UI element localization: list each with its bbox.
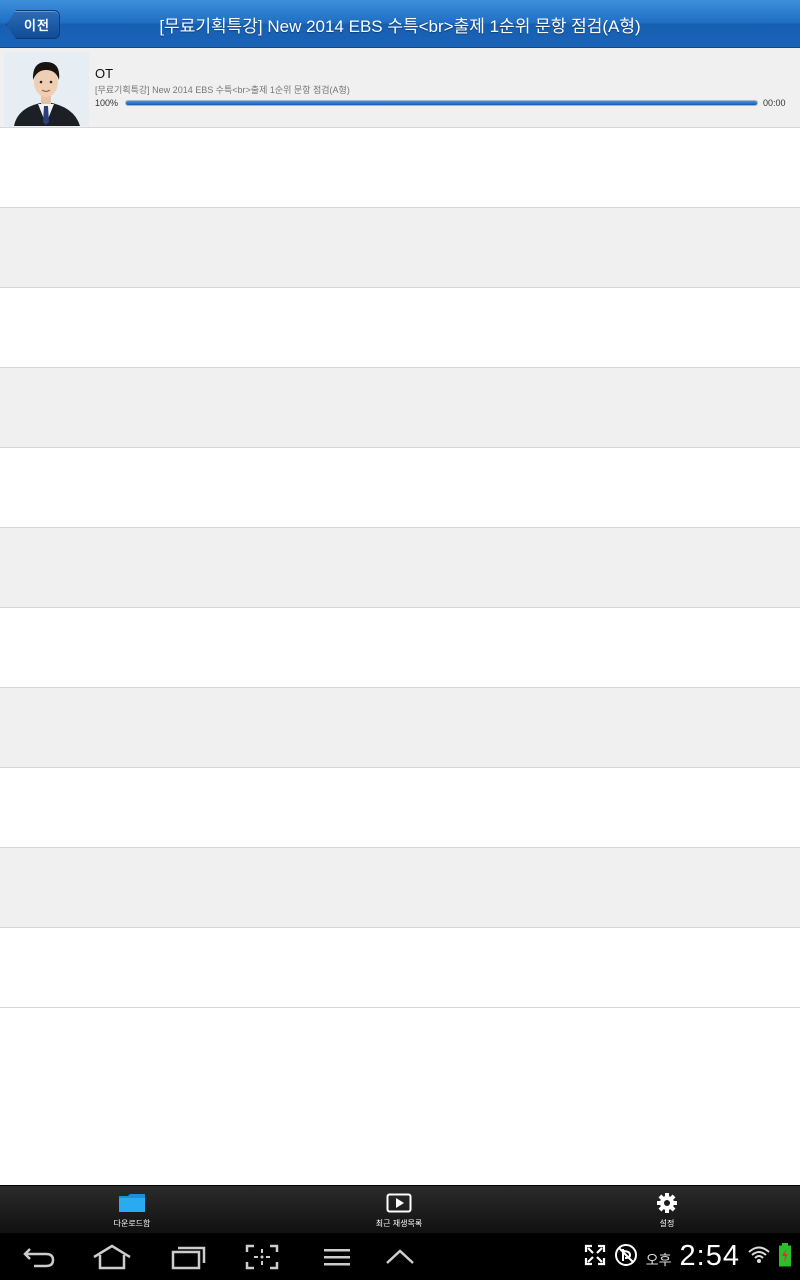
lecture-subtitle: [무료기획특강] New 2014 EBS 수특<br>출제 1순위 문항 점검… — [95, 85, 350, 95]
tab-download-label: 다운로드함 — [113, 1219, 151, 1228]
empty-list-row — [0, 608, 800, 688]
empty-list-row — [0, 848, 800, 928]
title-bar: 이전 [무료기획특강] New 2014 EBS 수특<br>출제 1순위 문항… — [0, 0, 800, 48]
lecturer-thumbnail — [4, 52, 89, 126]
page-title: [무료기획특강] New 2014 EBS 수특<br>출제 1순위 문항 점검… — [159, 16, 641, 36]
gear-icon — [656, 1192, 678, 1214]
back-nav-icon[interactable] — [20, 1241, 58, 1273]
progress-time: 00:00 — [763, 98, 786, 108]
status-area: 오후 2:54 — [584, 1233, 792, 1280]
clock-ampm: 오후 — [645, 1251, 672, 1268]
progress-bar — [125, 100, 758, 106]
tab-download[interactable]: 다운로드함 — [72, 1186, 192, 1234]
wifi-icon — [748, 1244, 770, 1270]
empty-list-row — [0, 368, 800, 448]
progress-percent: 100% — [95, 98, 119, 108]
home-nav-icon[interactable] — [90, 1241, 134, 1273]
empty-list-row — [0, 208, 800, 288]
data-saver-icon — [614, 1243, 638, 1271]
bottom-tab-bar: 다운로드함 최근 재생목록 설정 — [0, 1185, 800, 1233]
clock-time: 2:54 — [679, 1240, 740, 1272]
empty-list-row — [0, 448, 800, 528]
app-window: 이전 [무료기획특강] New 2014 EBS 수특<br>출제 1순위 문항… — [0, 0, 800, 1280]
lecture-item[interactable]: OT [무료기획특강] New 2014 EBS 수특<br>출제 1순위 문항… — [0, 48, 800, 128]
empty-list-row — [0, 768, 800, 848]
play-icon — [386, 1192, 412, 1214]
progress-fill — [126, 101, 757, 105]
folder-icon — [118, 1192, 146, 1214]
tab-settings-label: 설정 — [659, 1219, 675, 1228]
screenshot-icon[interactable] — [244, 1241, 280, 1273]
empty-list-row — [0, 928, 800, 1008]
lecture-title: OT — [95, 66, 114, 81]
system-navigation-bar: 오후 2:54 — [0, 1233, 800, 1280]
tab-settings[interactable]: 설정 — [607, 1186, 727, 1234]
menu-icon[interactable] — [322, 1241, 352, 1273]
empty-list-row — [0, 688, 800, 768]
tab-recent[interactable]: 최근 재생목록 — [339, 1186, 459, 1234]
battery-charging-icon — [778, 1242, 792, 1271]
fullscreen-icon — [584, 1244, 606, 1270]
lecture-list: OT [무료기획특강] New 2014 EBS 수특<br>출제 1순위 문항… — [0, 48, 800, 1008]
empty-list-row — [0, 528, 800, 608]
back-button[interactable]: 이전 — [6, 10, 60, 39]
tab-recent-label: 최근 재생목록 — [375, 1219, 423, 1228]
empty-list-row — [0, 288, 800, 368]
recent-apps-icon[interactable] — [168, 1241, 208, 1273]
chevron-up-icon[interactable] — [384, 1241, 416, 1273]
empty-list-row — [0, 128, 800, 208]
